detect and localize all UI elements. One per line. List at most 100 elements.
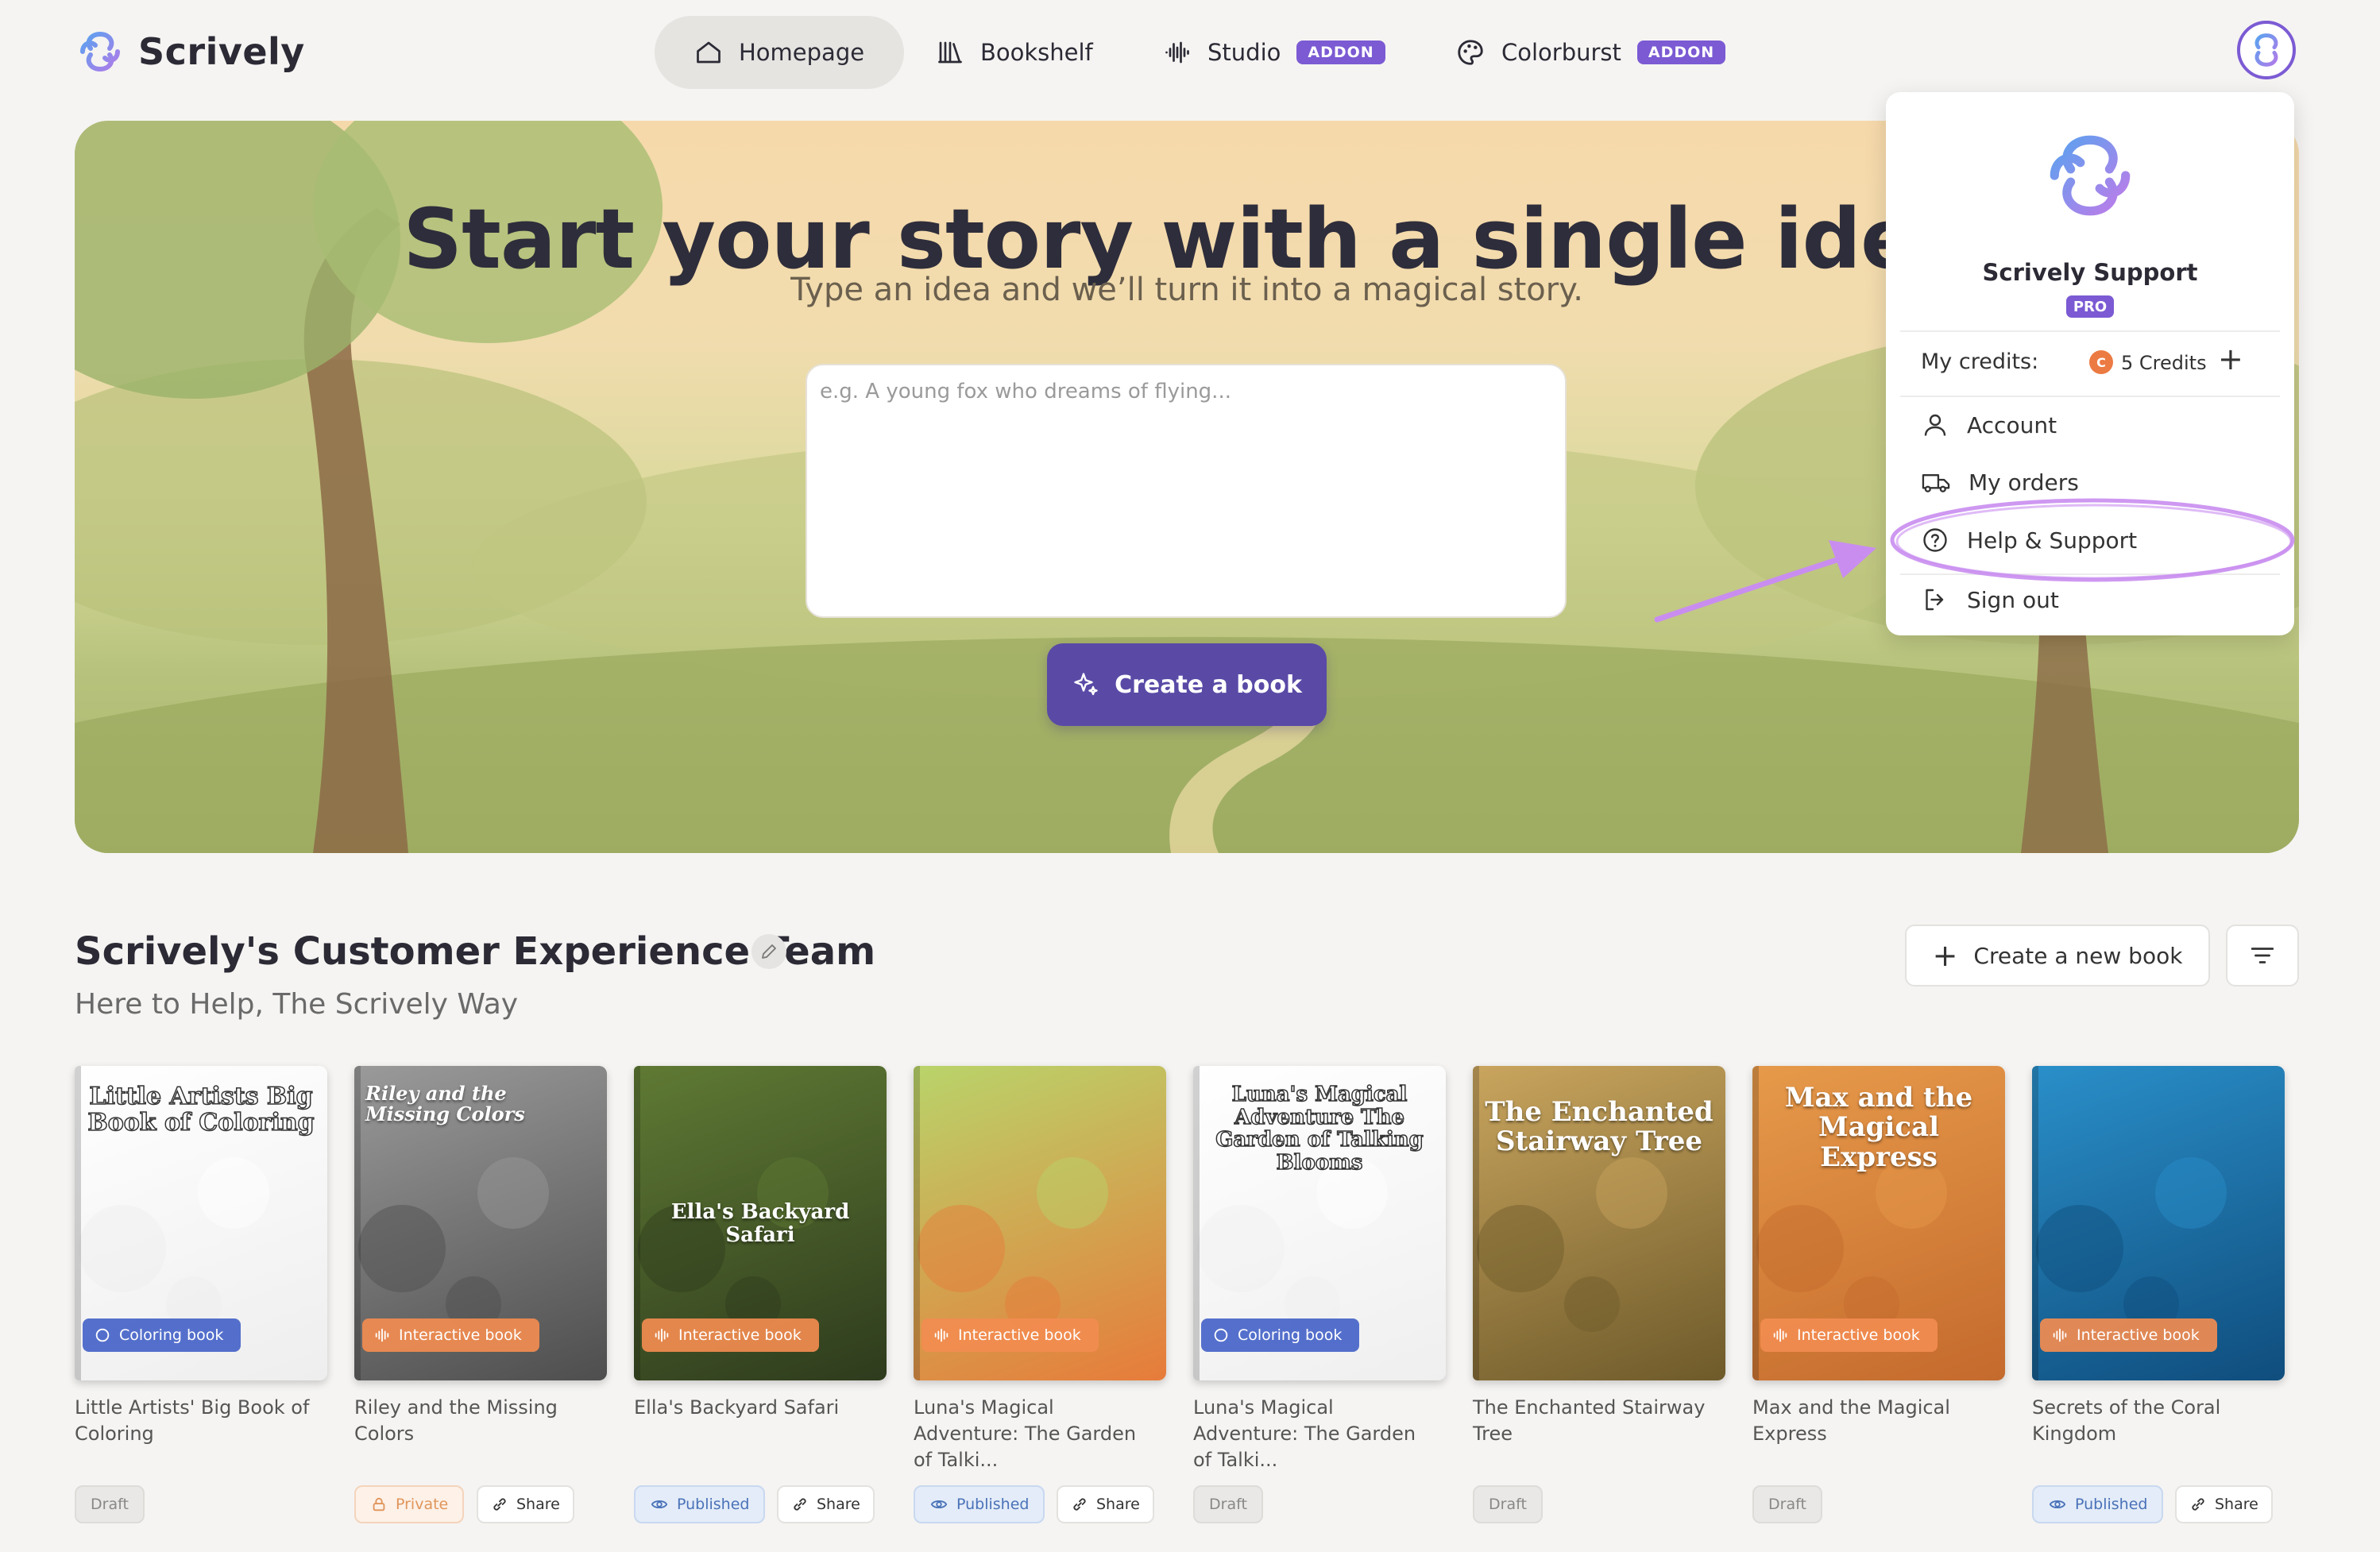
cover-title: Little Artists Big Book of Coloring — [87, 1083, 315, 1137]
book-title[interactable]: Riley and the Missing Colors — [354, 1395, 593, 1447]
swirl-logo-icon — [2050, 135, 2131, 216]
share-button[interactable]: Share — [1057, 1485, 1154, 1523]
nav-colorburst[interactable]: Colorburst ADDON — [1416, 16, 1765, 89]
cover-spine — [634, 1066, 640, 1380]
nav-bookshelf[interactable]: Bookshelf — [896, 16, 1133, 89]
book-type-label: Interactive book — [399, 1326, 522, 1344]
palette-icon — [1458, 40, 1483, 65]
status-badge: Published — [634, 1485, 766, 1523]
book-title[interactable]: Max and the Magical Express — [1752, 1395, 1991, 1447]
divider — [1900, 396, 2280, 397]
book-type-label: Interactive book — [958, 1326, 1081, 1344]
cover-art-shape — [477, 1157, 549, 1229]
cover-art-shape — [358, 1205, 446, 1292]
book-title[interactable]: Luna's Magical Adventure: The Garden of … — [1193, 1395, 1431, 1473]
palette-icon — [1214, 1328, 1228, 1342]
create-new-book-label: Create a new book — [1973, 942, 2183, 969]
credits-value: 5 Credits — [2121, 352, 2207, 374]
menu-item-account[interactable]: Account — [1921, 405, 2057, 445]
cover-art-shape — [1037, 1157, 1108, 1229]
filter-button[interactable] — [2226, 925, 2299, 986]
create-book-label: Create a book — [1115, 670, 1302, 699]
book-title[interactable]: Luna's Magical Adventure: The Garden of … — [914, 1395, 1152, 1473]
credits-label: My credits: — [1921, 349, 2039, 374]
plus-icon: + — [1932, 938, 1958, 973]
brand-name: Scrively — [138, 30, 305, 73]
status-badge: Draft — [1473, 1485, 1543, 1523]
story-idea-input[interactable] — [806, 364, 1567, 618]
share-button[interactable]: Share — [777, 1485, 875, 1523]
cover-title: Luna's Magical Adventure The Garden of T… — [1215, 1083, 1424, 1175]
status-badge: Draft — [1193, 1485, 1263, 1523]
book-cover[interactable]: Little Artists Big Book of Coloring Colo… — [75, 1066, 327, 1380]
user-avatar-button[interactable] — [2237, 21, 2296, 79]
filter-icon — [2251, 948, 2274, 963]
create-new-book-button[interactable]: + Create a new book — [1905, 925, 2210, 986]
book-cover[interactable]: The Enchanted Stairway Tree — [1473, 1066, 1725, 1380]
cover-spine — [1193, 1066, 1200, 1380]
user-icon — [1924, 414, 1946, 436]
add-credits-button[interactable]: + — [2218, 342, 2243, 376]
audio-wave-icon — [375, 1328, 389, 1342]
cover-title: The Enchanted Stairway Tree — [1485, 1096, 1714, 1158]
book-title[interactable]: Little Artists' Big Book of Coloring — [75, 1395, 313, 1447]
lock-icon — [373, 1497, 385, 1511]
swirl-logo-icon — [80, 32, 120, 71]
cover-art-shape — [2155, 1157, 2227, 1229]
book-type-label: Interactive book — [678, 1326, 802, 1344]
book-title[interactable]: Ella's Backyard Safari — [634, 1395, 872, 1421]
create-book-button[interactable]: Create a book — [1047, 643, 1327, 726]
nav-homepage-label: Homepage — [739, 39, 865, 66]
share-button[interactable]: Share — [2175, 1485, 2273, 1523]
cover-art-shape — [2036, 1205, 2123, 1292]
divider — [1900, 330, 2280, 332]
home-icon — [697, 41, 721, 64]
books-icon — [938, 41, 962, 64]
book-cover[interactable]: Ella's Backyard Safari Interactive book — [634, 1066, 887, 1380]
cover-spine — [354, 1066, 361, 1380]
book-cover[interactable]: Riley and the Missing Colors Interactive… — [354, 1066, 607, 1380]
book-type-chip: Coloring book — [83, 1318, 241, 1352]
status-label: Private — [396, 1496, 449, 1513]
swirl-logo-icon — [2254, 33, 2278, 67]
pro-badge: PRO — [2066, 295, 2114, 318]
share-label: Share — [1096, 1496, 1140, 1513]
cover-art-shape — [79, 1205, 166, 1292]
addon-badge: ADDON — [1636, 41, 1726, 64]
status-badge: Published — [2032, 1485, 2164, 1523]
book-cover[interactable]: Max and the Magical Express Interactive … — [1752, 1066, 2005, 1380]
share-label: Share — [516, 1496, 560, 1513]
eye-icon — [2049, 1500, 2066, 1509]
link-icon — [1073, 1498, 1086, 1511]
cover-art-shape — [1756, 1205, 1844, 1292]
status-badge: Draft — [75, 1485, 145, 1523]
cover-title: Ella's Backyard Safari — [670, 1200, 850, 1247]
nav-studio[interactable]: Studio ADDON — [1123, 16, 1425, 89]
status-badge: Draft — [1752, 1485, 1822, 1523]
audio-wave-icon — [934, 1328, 949, 1342]
share-label: Share — [2215, 1496, 2258, 1513]
library-subtitle: Here to Help, The Scrively Way — [75, 988, 519, 1021]
cover-art-shape — [198, 1157, 269, 1229]
nav-homepage[interactable]: Homepage — [655, 16, 905, 89]
book-title[interactable]: Secrets of the Coral Kingdom — [2032, 1395, 2270, 1447]
cover-art-shape — [1477, 1205, 1564, 1292]
brand-logo[interactable]: Scrively — [76, 24, 305, 79]
book-title[interactable]: The Enchanted Stairway Tree — [1473, 1395, 1711, 1447]
book-cover[interactable]: Interactive book — [914, 1066, 1166, 1380]
cover-spine — [1473, 1066, 1479, 1380]
link-icon — [493, 1498, 506, 1511]
book-type-chip: Interactive book — [2040, 1318, 2217, 1352]
share-button[interactable]: Share — [477, 1485, 574, 1523]
audio-wave-icon — [1165, 41, 1189, 64]
audio-wave-icon — [2053, 1328, 2067, 1342]
link-icon — [794, 1498, 806, 1511]
edit-title-button[interactable] — [751, 934, 786, 969]
annotation-highlight — [1654, 498, 2295, 623]
nav-bookshelf-label: Bookshelf — [980, 39, 1093, 66]
cover-spine — [914, 1066, 920, 1380]
book-cover[interactable]: Luna's Magical Adventure The Garden of T… — [1193, 1066, 1446, 1380]
status-badge: Private — [354, 1485, 465, 1523]
book-type-chip: Interactive book — [1760, 1318, 1938, 1352]
book-cover[interactable]: Interactive book — [2032, 1066, 2285, 1380]
